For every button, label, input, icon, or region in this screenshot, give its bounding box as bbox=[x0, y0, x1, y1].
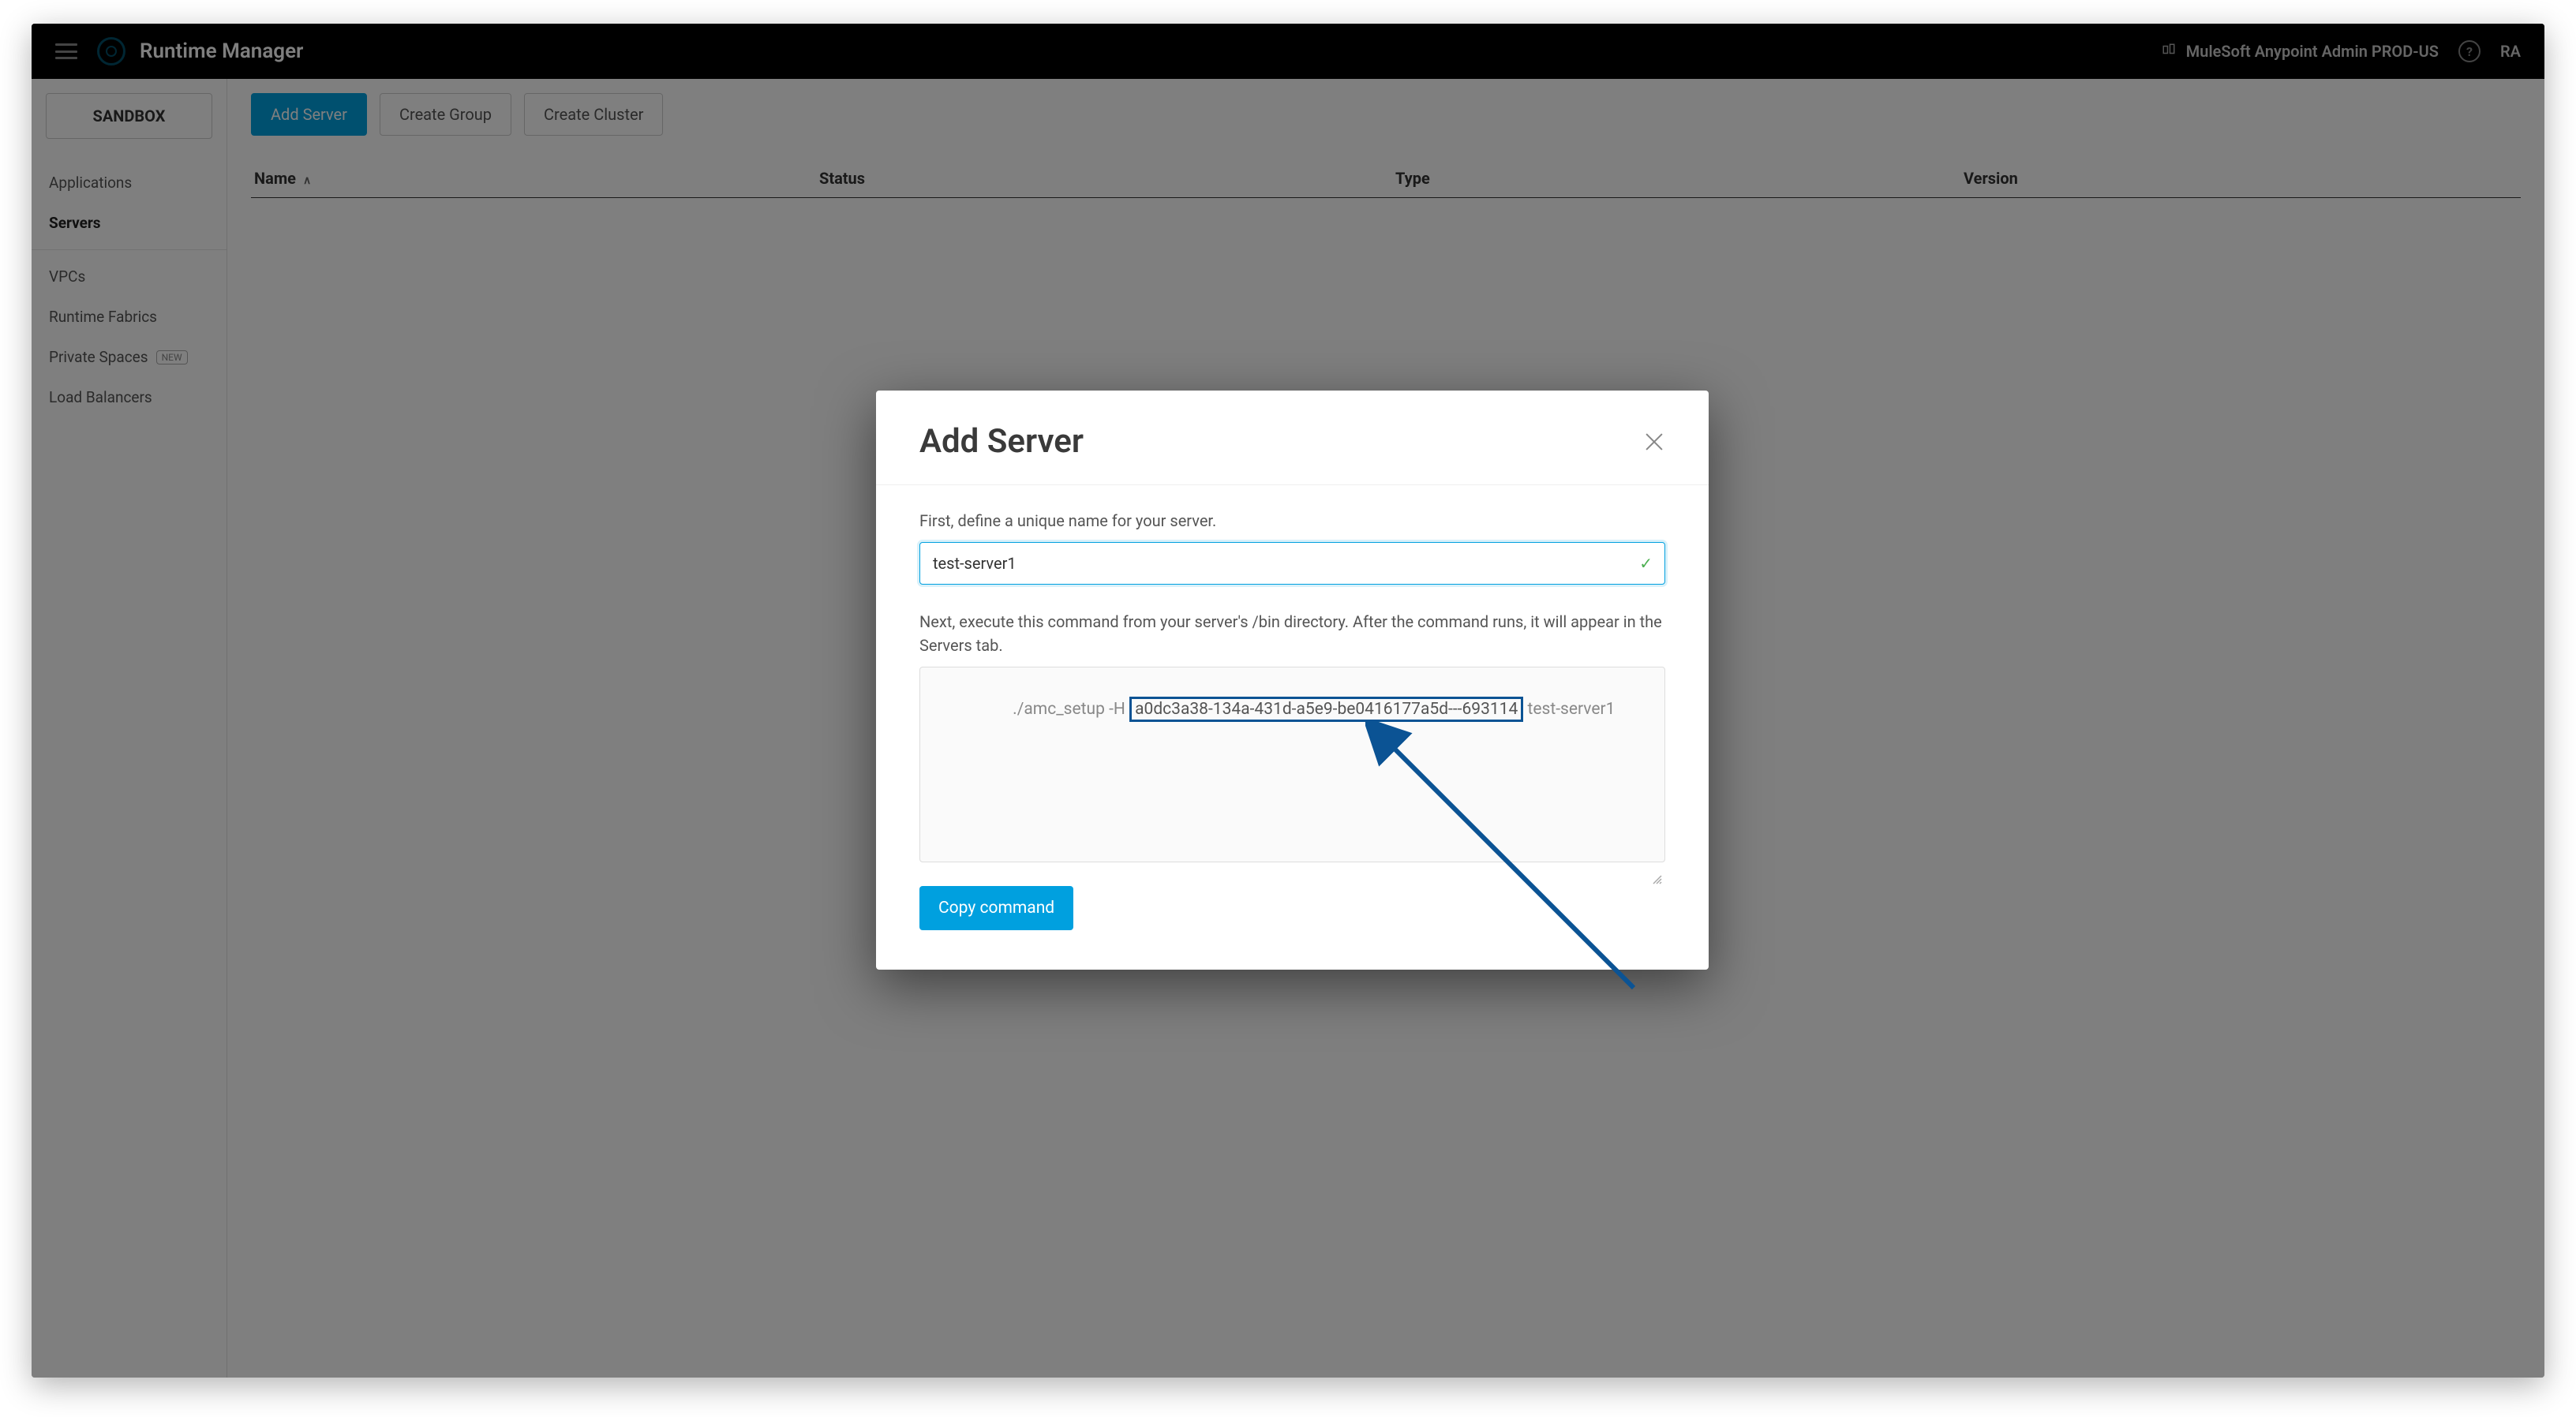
app-frame: Runtime Manager MuleSoft Anypoint Admin … bbox=[32, 24, 2544, 1378]
command-suffix: test-server1 bbox=[1523, 700, 1615, 719]
modal-title: Add Server bbox=[919, 422, 1084, 461]
command-registration-token: a0dc3a38-134a-431d-a5e9-be0416177a5d---6… bbox=[1129, 697, 1523, 722]
copy-command-button[interactable]: Copy command bbox=[919, 886, 1073, 930]
modal-body: First, define a unique name for your ser… bbox=[876, 485, 1709, 970]
command-prefix: ./amc_setup -H bbox=[1013, 700, 1129, 719]
add-server-modal: Add Server First, define a unique name f… bbox=[876, 391, 1709, 970]
server-name-input[interactable] bbox=[919, 542, 1665, 585]
validation-check-icon: ✓ bbox=[1639, 554, 1653, 573]
resize-handle-icon[interactable] bbox=[1652, 849, 1663, 860]
server-name-field-wrap: ✓ bbox=[919, 542, 1665, 585]
command-textarea[interactable]: ./amc_setup -H a0dc3a38-134a-431d-a5e9-b… bbox=[919, 667, 1665, 862]
instruction-2: Next, execute this command from your ser… bbox=[919, 610, 1665, 657]
modal-header: Add Server bbox=[876, 391, 1709, 485]
close-icon[interactable] bbox=[1643, 431, 1665, 453]
instruction-1: First, define a unique name for your ser… bbox=[919, 509, 1665, 533]
